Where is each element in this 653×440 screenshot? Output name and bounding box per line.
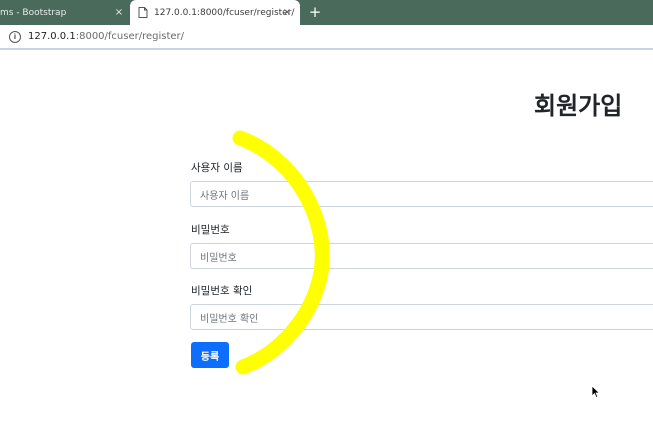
url-host: 127.0.0.1 bbox=[28, 31, 76, 42]
url-path: :8000/fcuser/register/ bbox=[75, 31, 185, 42]
page-title: 회원가입 bbox=[534, 92, 623, 120]
username-label: 사용자 이름 bbox=[191, 162, 243, 174]
browser-tab-bar: ms - Bootstrap × 127.0.0.1:8000/fcuser/r… bbox=[0, 0, 653, 25]
tab-title: 127.0.0.1:8000/fcuser/register/ bbox=[154, 7, 295, 18]
password-input[interactable]: 비밀번호 bbox=[190, 243, 653, 269]
info-icon[interactable]: i bbox=[9, 30, 21, 43]
close-icon[interactable]: × bbox=[112, 7, 126, 18]
submit-button[interactable]: 등록 bbox=[191, 342, 229, 368]
password-placeholder: 비밀번호 bbox=[200, 252, 237, 264]
tab-title: ms - Bootstrap bbox=[0, 7, 67, 18]
password-confirm-label: 비밀번호 확인 bbox=[191, 285, 253, 297]
new-tab-icon[interactable]: + bbox=[306, 3, 324, 21]
username-input[interactable]: 사용자 이름 bbox=[190, 181, 653, 207]
address-bar[interactable]: i 127.0.0.1:8000/fcuser/register/ bbox=[0, 25, 653, 50]
page-icon bbox=[138, 7, 148, 18]
password-label: 비밀번호 bbox=[191, 224, 230, 236]
tab-register[interactable]: 127.0.0.1:8000/fcuser/register/ × bbox=[130, 0, 300, 25]
mouse-cursor-icon bbox=[591, 385, 601, 399]
address-url[interactable]: 127.0.0.1:8000/fcuser/register/ bbox=[28, 31, 184, 42]
username-placeholder: 사용자 이름 bbox=[200, 190, 250, 202]
close-icon[interactable]: × bbox=[280, 7, 294, 18]
password-confirm-input[interactable]: 비밀번호 확인 bbox=[190, 304, 653, 330]
yellow-annotation-stroke bbox=[232, 130, 330, 375]
tab-bootstrap[interactable]: ms - Bootstrap × bbox=[0, 0, 130, 25]
password-confirm-placeholder: 비밀번호 확인 bbox=[200, 313, 259, 325]
